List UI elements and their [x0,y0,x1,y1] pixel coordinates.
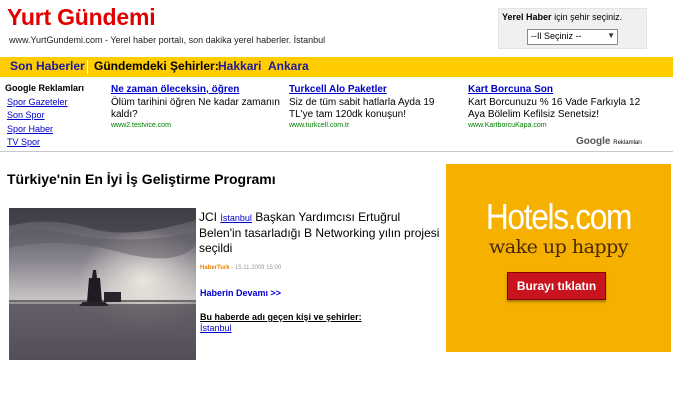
google-ads-title[interactable]: Google Reklamları [5,83,84,93]
news-location-link[interactable]: İstanbul [220,213,252,223]
city-selector-box: Yerel Haber için şehir seçiniz. --Il Seç… [498,8,647,49]
chevron-down-icon[interactable]: ▼ [607,31,615,40]
ad-url[interactable]: www2.testvice.com [111,122,281,129]
city-select-value: --Il Seçiniz -- [531,31,582,41]
news-meta: HaberTurk - 15.11.2009 15:00 [200,265,281,271]
section-divider [0,151,673,152]
ad-title[interactable]: Turkcell Alo Paketler [289,84,459,96]
news-source: HaberTurk [200,265,230,271]
ad-url[interactable]: www.KartborcuKapa.com [468,122,643,129]
ad-url[interactable]: www.turkcell.com.tr [289,122,459,129]
ad-link-spor-haber[interactable]: Spor Haber [7,124,53,134]
site-tagline: www.YurtGundemi.com - Yerel haber portal… [9,35,326,45]
ad-unit-2: Turkcell Alo Paketler Siz de tüm sabit h… [289,84,459,129]
city-select[interactable]: --Il Seçiniz -- ▼ [527,29,618,45]
city-selector-label: Yerel Haber için şehir seçiniz. [502,12,622,22]
news-photo[interactable] [9,208,196,360]
nav-bar: Son Haberler Gündemdeki Şehirler: Hakkar… [0,57,673,77]
maiden-tower-image [9,208,196,360]
google-brand: Google [576,136,611,147]
news-date: - 15.11.2009 15:00 [231,265,282,271]
ad-text: Ölüm tarihini öğren Ne kadar zamanın kal… [111,97,280,120]
ad-text: Kart Borcunuzu % 16 Vade Farkıyla 12 Aya… [468,97,641,120]
news-text-before: JCI [199,210,217,224]
city-label-rest: için şehir seçiniz. [554,12,623,22]
nav-city-ankara[interactable]: Ankara [268,59,309,73]
banner-cta-button[interactable]: Burayı tıklatın [507,272,606,300]
ad-title[interactable]: Kart Borcuna Son [468,84,643,96]
banner-brand: Hotels.com [485,196,633,237]
ad-link-son-spor[interactable]: Son Spor [7,110,45,120]
nav-son-haberler[interactable]: Son Haberler [10,59,85,73]
ad-title[interactable]: Ne zaman öleceksin, öğren [111,84,281,96]
read-more-link[interactable]: Haberin Devamı >> [200,288,281,298]
ad-unit-1: Ne zaman öleceksin, öğren Ölüm tarihini … [111,84,281,129]
site-title[interactable]: Yurt Gündemi [7,4,156,31]
google-ads-label[interactable]: Google Reklamları [576,136,642,147]
news-summary[interactable]: JCI İstanbul Başkan Yardımcısı Ertuğrul … [199,210,444,256]
city-label-bold-1: Yerel [502,12,524,22]
ad-link-tv-spor[interactable]: TV Spor [7,137,40,147]
hotels-banner-ad[interactable]: Hotels.com wake up happy Burayı tıklatın [446,164,671,352]
ad-link-spor-gazeteler[interactable]: Spor Gazeteler [7,97,68,107]
city-label-bold-2: Haber [526,12,552,22]
news-headline[interactable]: Türkiye'nin En İyi İş Geliştirme Program… [7,171,276,187]
nav-city-hakkari[interactable]: Hakkari [218,59,261,73]
banner-slogan: wake up happy [489,236,628,258]
ad-unit-3: Kart Borcuna Son Kart Borcunuzu % 16 Vad… [468,84,643,129]
related-city-link[interactable]: İstanbul [200,323,232,333]
ad-text: Siz de tüm sabit hatlarla Ayda 19 TL'ye … [289,97,435,120]
related-entities-title: Bu haberde adı geçen kişi ve şehirler: [200,312,362,322]
nav-gundem-label: Gündemdeki Şehirler: [94,59,219,73]
google-ads-text: Reklamları [613,140,642,146]
nav-divider [87,60,88,74]
